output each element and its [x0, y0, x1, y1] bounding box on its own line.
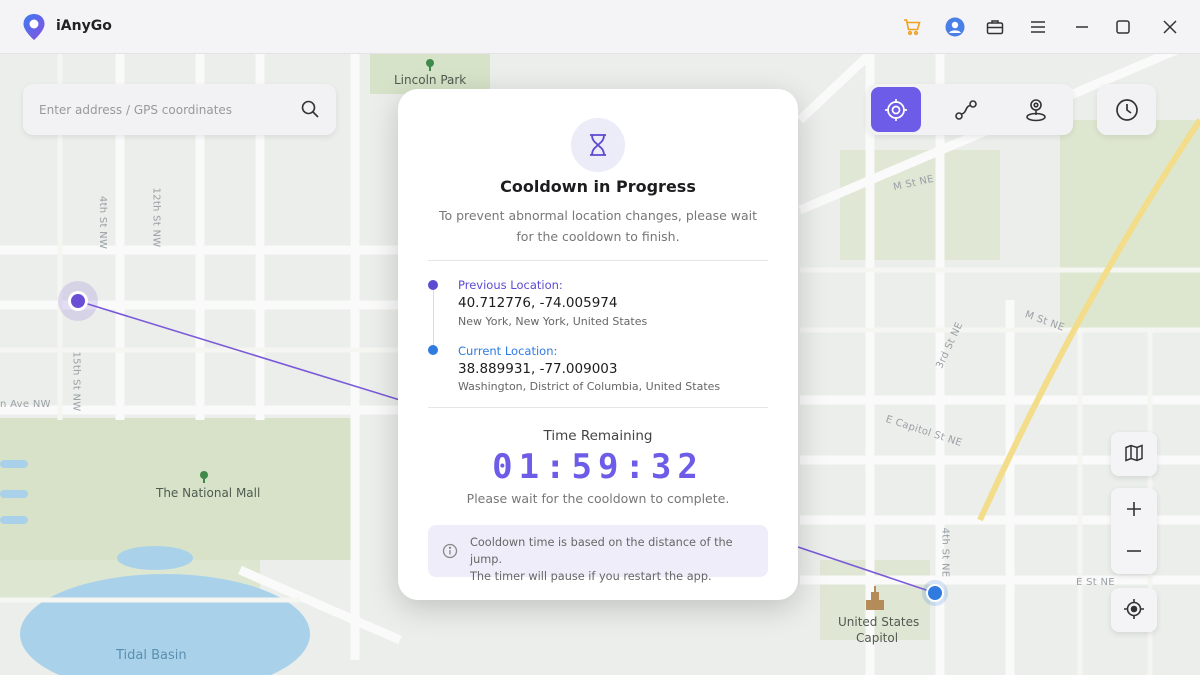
- current-location-coords: 38.889931, -77.009003: [458, 361, 618, 377]
- previous-location-dot: [428, 280, 438, 290]
- locate-me-button[interactable]: [1111, 588, 1157, 630]
- info-notice: Cooldown time is based on the distance o…: [428, 525, 768, 583]
- map-label-national-mall: The National Mall: [156, 486, 261, 500]
- info-text: Cooldown time is based on the distance o…: [470, 534, 768, 585]
- zoom-control: [1111, 488, 1157, 574]
- crosshair-target-icon: [885, 98, 907, 121]
- cooldown-timer: 01:59:32: [492, 447, 704, 487]
- zoom-out-button[interactable]: [1111, 530, 1157, 572]
- previous-location-address: New York, New York, United States: [458, 315, 648, 328]
- street-label: E St NE: [1076, 577, 1115, 588]
- close-icon[interactable]: [1158, 15, 1182, 39]
- map-icon: [1125, 444, 1143, 462]
- teleport-mode-button[interactable]: [871, 87, 921, 132]
- street-label: 4th St NW: [97, 195, 109, 250]
- search-input[interactable]: [39, 102, 289, 117]
- previous-location-coords: 40.712776, -74.005974: [458, 295, 618, 311]
- info-icon: [442, 543, 458, 559]
- current-location-dot: [428, 345, 438, 355]
- clock-icon: [1115, 98, 1138, 121]
- street-label: 12th St NW: [150, 187, 162, 248]
- previous-location-label: Previous Location:: [458, 278, 563, 292]
- map-label-tidal-basin: Tidal Basin: [116, 648, 187, 663]
- hourglass-icon: [590, 134, 606, 156]
- info-line-1: Cooldown time is based on the distance o…: [470, 536, 733, 566]
- menu-icon[interactable]: [1026, 15, 1050, 39]
- title-bar: iAnyGo: [0, 0, 1200, 54]
- dialog-description: To prevent abnormal location changes, pl…: [438, 208, 758, 244]
- wait-message: Please wait for the cooldown to complete…: [466, 491, 730, 506]
- current-location-label: Current Location:: [458, 344, 558, 358]
- hourglass-badge: [571, 118, 625, 172]
- maximize-icon[interactable]: [1111, 15, 1135, 39]
- time-remaining-label: Time Remaining: [543, 428, 653, 444]
- minus-icon: [1127, 550, 1141, 552]
- cooldown-dialog: Cooldown in Progress To prevent abnormal…: [398, 89, 798, 600]
- minimize-icon[interactable]: [1070, 15, 1094, 39]
- mode-toolbar: [867, 84, 1073, 135]
- user-icon[interactable]: [943, 15, 967, 39]
- divider: [428, 407, 768, 408]
- route-icon: [955, 99, 977, 120]
- search-bar: [23, 84, 336, 135]
- history-button[interactable]: [1097, 84, 1156, 135]
- map-label-us-capitol-2: Capitol: [856, 631, 899, 645]
- joystick-mode-button[interactable]: [1011, 87, 1061, 132]
- map-style-control: [1111, 432, 1157, 476]
- map-label-lincoln-park: Lincoln Park: [394, 73, 467, 87]
- street-label: n Ave NW: [0, 399, 51, 410]
- map-label-us-capitol-1: United States: [838, 615, 920, 629]
- locate-control: [1111, 588, 1157, 632]
- search-icon[interactable]: [300, 99, 320, 119]
- app-logo-icon: [23, 14, 45, 40]
- street-label: 4th St NE: [939, 527, 951, 578]
- toolbox-icon[interactable]: [983, 15, 1007, 39]
- info-line-2: The timer will pause if you restart the …: [470, 570, 712, 583]
- street-label: 15th St NW: [70, 351, 82, 412]
- plus-icon: [1127, 502, 1141, 516]
- app-title: iAnyGo: [56, 18, 112, 34]
- locate-icon: [1124, 599, 1144, 619]
- divider: [428, 260, 768, 261]
- current-location-address: Washington, District of Columbia, United…: [458, 380, 721, 393]
- route-mode-button[interactable]: [941, 87, 991, 132]
- zoom-in-button[interactable]: [1111, 488, 1157, 530]
- timeline-connector: [432, 290, 434, 346]
- cart-icon[interactable]: [900, 15, 924, 39]
- dialog-title: Cooldown in Progress: [500, 177, 696, 196]
- map-style-button[interactable]: [1111, 432, 1157, 474]
- joystick-icon: [1026, 98, 1046, 121]
